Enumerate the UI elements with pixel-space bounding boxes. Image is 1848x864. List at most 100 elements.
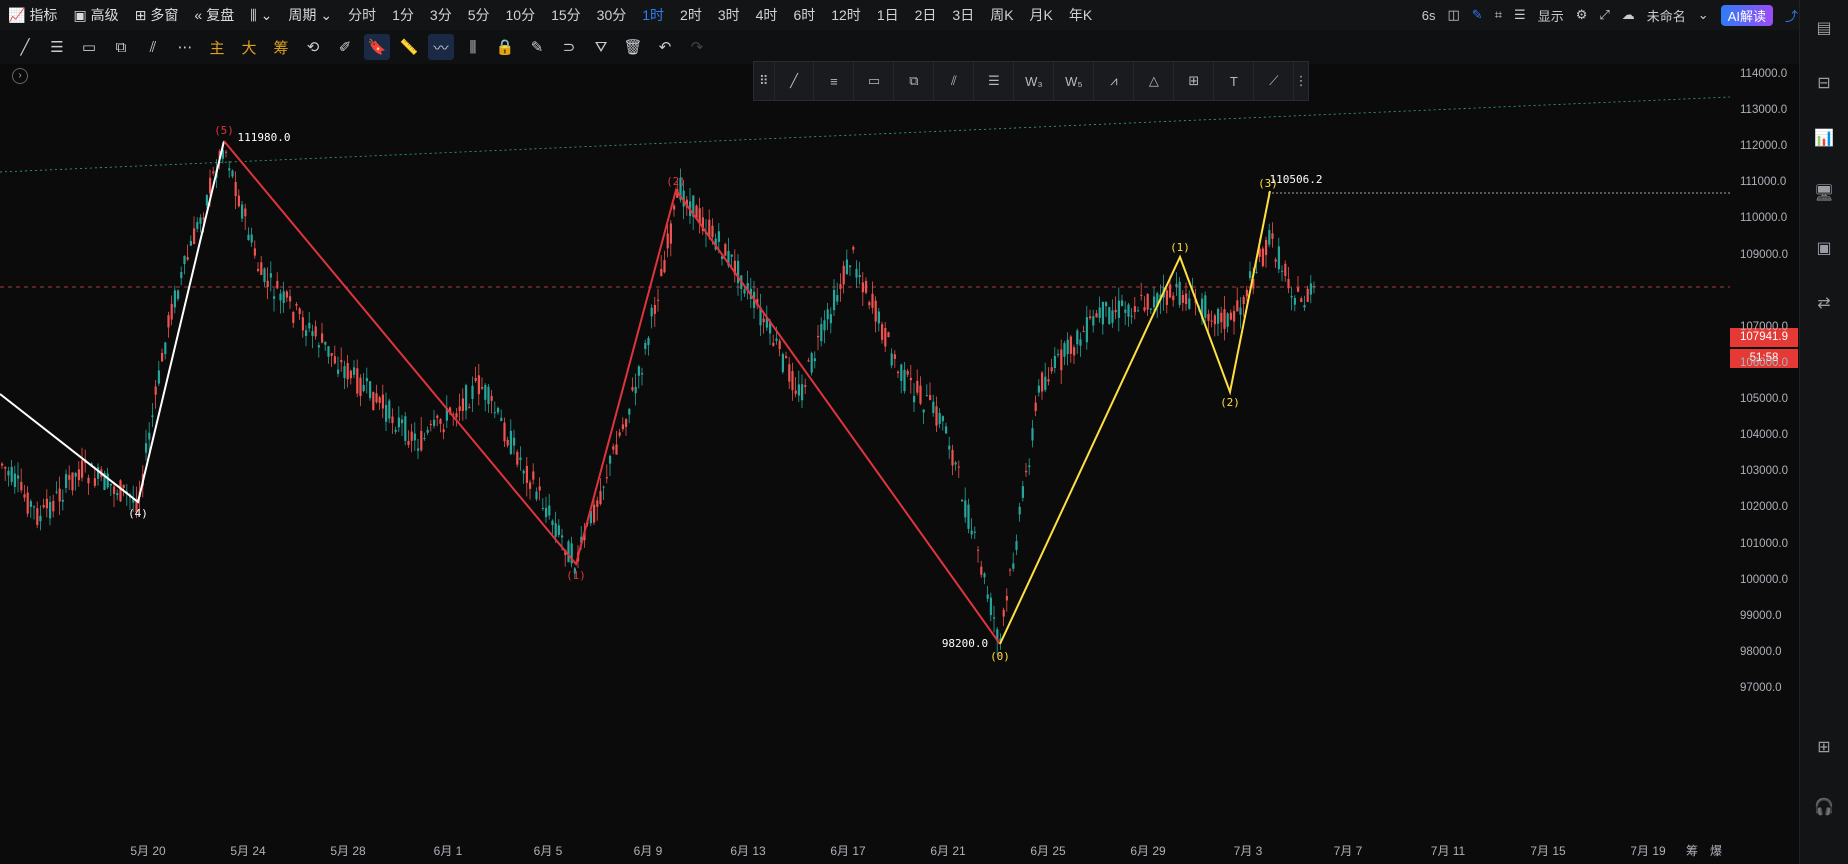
- brush-icon[interactable]: ✐: [332, 34, 358, 60]
- timeframe-10[interactable]: 4时: [748, 5, 786, 25]
- add-box-icon[interactable]: ⊞: [1174, 62, 1215, 100]
- pattern-icon[interactable]: ⩘: [1094, 62, 1135, 100]
- ray-icon[interactable]: ⟋: [1254, 62, 1295, 100]
- etf-icon[interactable]: ▣: [1800, 220, 1848, 275]
- fib-icon[interactable]: ☰: [974, 62, 1015, 100]
- timeframe-1[interactable]: 1分: [384, 5, 422, 25]
- candle: [737, 260, 740, 284]
- timeframe-14[interactable]: 2日: [907, 5, 945, 25]
- ruler-icon[interactable]: 📏: [396, 34, 422, 60]
- candle: [948, 445, 951, 450]
- more-vertical-icon[interactable]: ⋮: [1294, 62, 1308, 100]
- indicator-button[interactable]: 📈 指标: [0, 5, 65, 25]
- parallel-channel-icon[interactable]: ⫽: [140, 34, 166, 60]
- trend-line-icon[interactable]: ╱: [775, 62, 815, 100]
- magnet-icon[interactable]: ⊃: [556, 34, 582, 60]
- trash-icon[interactable]: 🗑: [620, 34, 646, 60]
- crop-icon[interactable]: ⌗: [1495, 7, 1502, 23]
- candle: [989, 597, 992, 616]
- candle: [385, 404, 388, 422]
- timeframe-4[interactable]: 10分: [498, 5, 544, 25]
- timeframe-2[interactable]: 3分: [422, 5, 460, 25]
- layout-icon[interactable]: ⊞: [1800, 719, 1848, 774]
- candle: [433, 419, 436, 426]
- parallel-channel-icon[interactable]: ⫽: [934, 62, 975, 100]
- list-icon[interactable]: ☰: [1514, 7, 1526, 23]
- filter-icon[interactable]: ⛛: [588, 34, 614, 60]
- rectangle-icon[interactable]: ▭: [854, 62, 895, 100]
- timeframe-15[interactable]: 3日: [944, 5, 982, 25]
- timeframe-16[interactable]: 周K: [982, 5, 1021, 25]
- line-tool-icon[interactable]: ╱: [12, 34, 38, 60]
- horizontal-line-icon[interactable]: ≡: [814, 62, 855, 100]
- timeframe-5[interactable]: 15分: [543, 5, 589, 25]
- period-button[interactable]: 周期 ⌄: [280, 5, 340, 25]
- monitor-icon[interactable]: 🖥: [1800, 165, 1848, 220]
- ai-button[interactable]: AI解读: [1720, 4, 1773, 26]
- chip-distribution-button[interactable]: 筹: [268, 34, 294, 60]
- price-range-icon[interactable]: ⧉: [894, 62, 935, 100]
- horizontal-lines-icon[interactable]: ☰: [44, 34, 70, 60]
- timeframe-0[interactable]: 分时: [340, 5, 384, 25]
- timeframe-3[interactable]: 5分: [460, 5, 498, 25]
- more-icon[interactable]: ⋯: [172, 34, 198, 60]
- wave-yellow[interactable]: [999, 190, 1271, 645]
- wave-red[interactable]: [223, 140, 1001, 645]
- camera-icon[interactable]: ◫: [1448, 7, 1460, 23]
- candle: [279, 293, 282, 301]
- timeframe-7[interactable]: 1时: [634, 5, 672, 25]
- chart-icon[interactable]: 📊: [1800, 110, 1848, 165]
- edit-icon[interactable]: ✎: [524, 34, 550, 60]
- timeframe-8[interactable]: 2时: [672, 5, 710, 25]
- chip-toggle[interactable]: 筹: [1686, 842, 1698, 859]
- chart-type-button[interactable]: ⫼ ⌄: [242, 7, 280, 24]
- chevron-down-icon[interactable]: ⌄: [1698, 7, 1709, 23]
- wave-5-icon[interactable]: W₅: [1054, 62, 1095, 100]
- headset-icon[interactable]: 🎧: [1800, 779, 1848, 834]
- candle: [1101, 301, 1104, 325]
- main-indicator-button[interactable]: 主: [204, 34, 230, 60]
- sync-icon[interactable]: ⟲: [300, 34, 326, 60]
- wave-pen-icon[interactable]: 〰: [428, 34, 454, 60]
- timeframe-6[interactable]: 30分: [589, 5, 635, 25]
- liquidation-toggle[interactable]: 爆: [1710, 842, 1722, 859]
- advanced-button[interactable]: ▣ 高级: [65, 5, 126, 25]
- timeframe-9[interactable]: 3时: [710, 5, 748, 25]
- replay-button[interactable]: « 复盘: [186, 5, 242, 25]
- candle: [529, 482, 532, 489]
- measure-icon[interactable]: ⧉: [108, 34, 134, 60]
- time-tick: 7月 3: [1233, 844, 1263, 858]
- wave-white[interactable]: [0, 140, 225, 504]
- undo-icon[interactable]: ↶: [652, 34, 678, 60]
- fullscreen-icon[interactable]: ⤢: [1599, 7, 1609, 23]
- bars-icon[interactable]: ⫼: [460, 34, 486, 60]
- wave-3-icon[interactable]: W₃: [1014, 62, 1055, 100]
- rectangle-icon[interactable]: ▭: [76, 34, 102, 60]
- drag-handle-icon[interactable]: ⠿: [754, 62, 775, 100]
- pen-icon[interactable]: ✎: [1472, 7, 1483, 23]
- display-button[interactable]: 显示: [1538, 6, 1564, 25]
- exchange-icon[interactable]: ⇄: [1800, 275, 1848, 330]
- candle: [497, 407, 500, 413]
- lock-icon[interactable]: 🔒: [492, 34, 518, 60]
- settings-icon[interactable]: ⚙: [1576, 7, 1588, 23]
- redo-icon[interactable]: ↷: [684, 34, 710, 60]
- big-order-button[interactable]: 大: [236, 34, 262, 60]
- share-icon[interactable]: ⤴: [1785, 6, 1798, 25]
- bookmark-icon[interactable]: 🔖: [364, 34, 390, 60]
- notes-icon[interactable]: ▤: [1800, 0, 1848, 55]
- cloud-name[interactable]: 未命名: [1647, 6, 1686, 25]
- timeframe-17[interactable]: 月K: [1022, 5, 1061, 25]
- timeframe-12[interactable]: 12时: [823, 5, 869, 25]
- text-icon[interactable]: T: [1214, 62, 1255, 100]
- candle: [1165, 290, 1168, 305]
- collapse-icon[interactable]: ›: [12, 68, 28, 84]
- timeframe-11[interactable]: 6时: [785, 5, 823, 25]
- orderbook-icon[interactable]: ⊟: [1800, 55, 1848, 110]
- timeframe-13[interactable]: 1日: [869, 5, 907, 25]
- refresh-interval[interactable]: 6s: [1422, 8, 1436, 23]
- timeframe-18[interactable]: 年K: [1061, 5, 1100, 25]
- triangle-icon[interactable]: △: [1134, 62, 1175, 100]
- price-chart[interactable]: (4)(5)(1)(2)(0)(1)(2)(3)111980.098200.01…: [0, 64, 1730, 838]
- multi-window-button[interactable]: ⊞ 多窗: [127, 5, 187, 25]
